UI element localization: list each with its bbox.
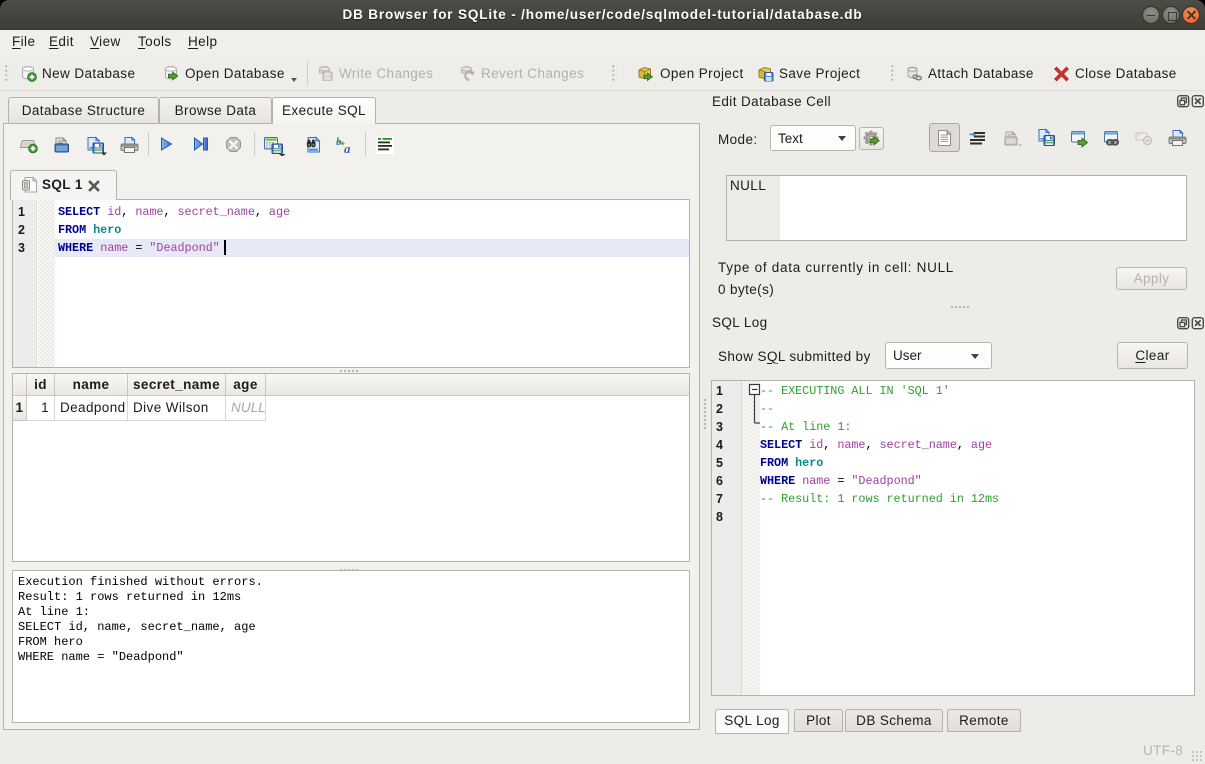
svg-text:a: a	[344, 141, 351, 155]
